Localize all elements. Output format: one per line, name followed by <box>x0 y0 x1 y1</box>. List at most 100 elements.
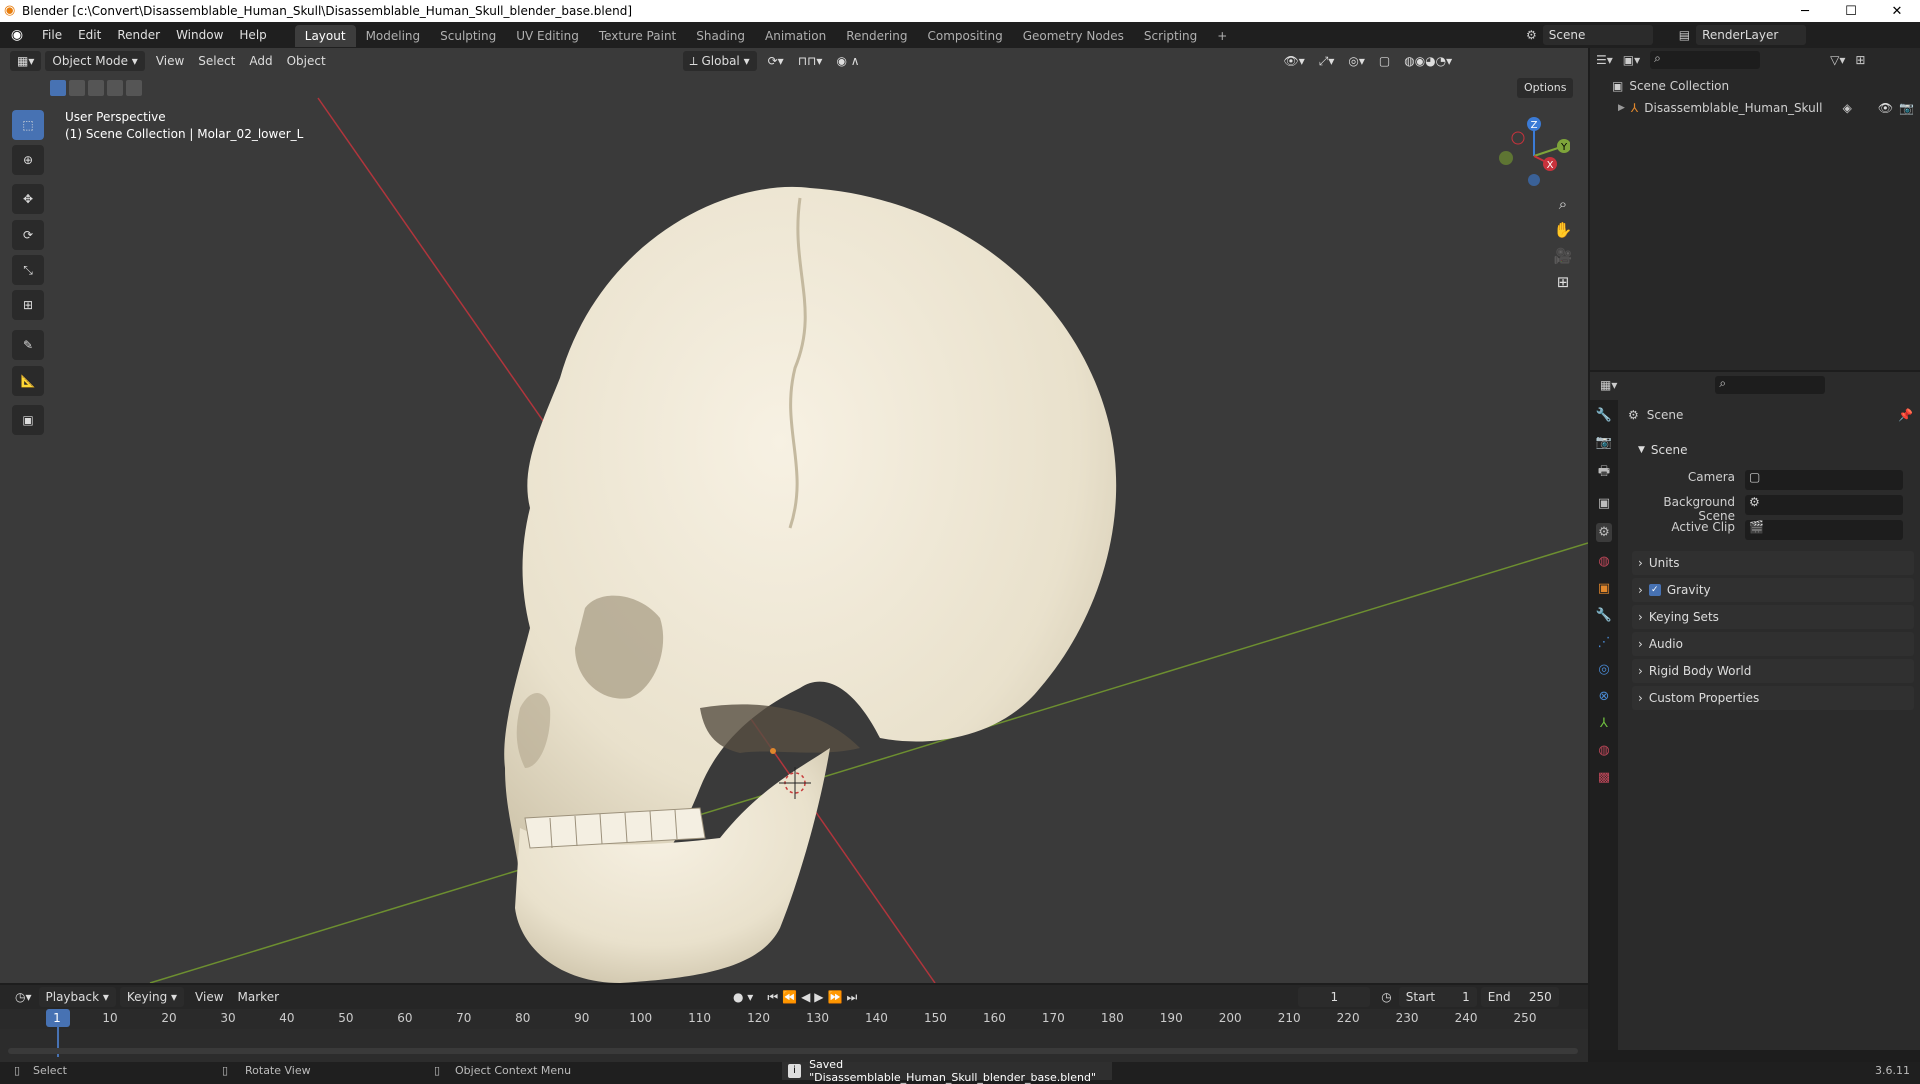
tab-scripting[interactable]: Scripting <box>1134 25 1207 47</box>
units-section[interactable]: › Units <box>1632 551 1914 575</box>
world-tab-icon[interactable]: ◍ <box>1598 554 1609 569</box>
move-tool-icon[interactable]: ✥ <box>12 184 44 214</box>
ortho-grid-icon[interactable]: ⊞ <box>1557 273 1570 291</box>
gizmo-toggle-icon[interactable]: ⤢▾ <box>1312 51 1342 71</box>
tab-animation[interactable]: Animation <box>755 25 836 47</box>
modifier-tab-icon[interactable]: 🔧 <box>1596 608 1612 623</box>
gravity-checkbox[interactable]: ✓ <box>1648 584 1661 596</box>
scene-field[interactable]: Scene <box>1542 25 1653 45</box>
rigid-body-world-section[interactable]: › Rigid Body World <box>1632 659 1914 683</box>
render-camera-icon[interactable]: 📷 <box>1899 101 1914 115</box>
menu-select[interactable]: Select <box>191 51 242 71</box>
tab-shading[interactable]: Shading <box>686 25 755 47</box>
tab-compositing[interactable]: Compositing <box>917 25 1012 47</box>
add-workspace-button[interactable]: + <box>1207 25 1237 47</box>
menu-edit[interactable]: Edit <box>70 22 109 48</box>
active-clip-field[interactable]: 🎬 <box>1745 520 1903 540</box>
add-cube-tool-icon[interactable]: ▣ <box>12 405 44 435</box>
data-tab-icon[interactable]: ⅄ <box>1600 716 1608 731</box>
menu-timeline-view[interactable]: View <box>188 987 230 1007</box>
display-mode-icon[interactable]: ☰▾ <box>1596 53 1613 67</box>
view-layer-field[interactable]: RenderLayer <box>1696 25 1807 45</box>
mode-dropdown[interactable]: Object Mode ▾ <box>45 51 145 71</box>
overlay-toggle-icon[interactable]: ◎▾ <box>1341 51 1372 71</box>
timeline-scrollbar[interactable] <box>8 1048 1578 1054</box>
pivot-icon[interactable]: ⟳▾ <box>761 51 791 71</box>
particles-tab-icon[interactable]: ⋰ <box>1598 635 1611 650</box>
camera-field[interactable]: ▢ <box>1745 470 1903 490</box>
tab-geometry-nodes[interactable]: Geometry Nodes <box>1013 25 1134 47</box>
transform-orientation-dropdown[interactable]: ⟂ Global ▾ <box>682 51 757 71</box>
output-tab-icon[interactable]: 🖶 <box>1598 462 1610 484</box>
autokey-record-icon[interactable]: ● ▾ <box>726 987 760 1007</box>
visibility-icon[interactable]: 👁▾ <box>1277 51 1312 71</box>
constraints-tab-icon[interactable]: ⊗ <box>1599 689 1610 704</box>
physics-tab-icon[interactable]: ◎ <box>1598 662 1609 677</box>
keying-sets-section[interactable]: › Keying Sets <box>1632 605 1914 629</box>
cursor-tool-icon[interactable]: ⊕ <box>12 145 44 175</box>
expand-arrow-icon[interactable]: ▶ <box>1618 103 1625 113</box>
outliner-item[interactable]: ▶ ⅄ Disassemblable_Human_Skull ◈ 👁 📷 <box>1590 98 1920 118</box>
tab-modeling[interactable]: Modeling <box>356 25 431 47</box>
object-tab-icon[interactable]: ▣ <box>1598 581 1610 596</box>
menu-render[interactable]: Render <box>109 22 168 48</box>
tab-texture-paint[interactable]: Texture Paint <box>589 25 686 47</box>
view-layer-tab-icon[interactable]: ▣ <box>1598 496 1610 511</box>
annotate-tool-icon[interactable]: ✎ <box>12 330 44 360</box>
minimize-button[interactable]: ─ <box>1782 0 1828 22</box>
tool-tab-icon[interactable]: 🔧 <box>1596 408 1612 423</box>
start-frame-field[interactable]: Start 1 <box>1398 987 1477 1007</box>
tab-sculpting[interactable]: Sculpting <box>430 25 506 47</box>
playback-controls-icon[interactable]: ⏮⏪◀▶⏩⏭ <box>760 987 868 1007</box>
blender-menu-icon[interactable]: ◉ <box>0 27 34 43</box>
options-button[interactable]: Options <box>1517 78 1574 98</box>
proportional-edit-icon[interactable]: ◉ ∧ <box>829 51 866 71</box>
current-frame-field[interactable]: 1 <box>1298 987 1371 1007</box>
select-new-icon[interactable] <box>50 80 66 96</box>
transform-tool-icon[interactable]: ⊞ <box>12 290 44 320</box>
camera-view-icon[interactable]: 🎥 <box>1554 247 1573 265</box>
menu-keying[interactable]: Keying ▾ <box>119 987 185 1007</box>
audio-section[interactable]: › Audio <box>1632 632 1914 656</box>
select-extend-icon[interactable] <box>69 80 85 96</box>
tab-uv-editing[interactable]: UV Editing <box>506 25 589 47</box>
snap-icon[interactable]: ⊓⊓▾ <box>791 51 830 71</box>
pin-icon[interactable]: 📌 <box>1898 408 1913 422</box>
custom-properties-section[interactable]: › Custom Properties <box>1632 686 1914 710</box>
scene-tab-icon[interactable]: ⚙ <box>1596 523 1612 542</box>
filter-icon[interactable]: ▽▾ <box>1830 53 1845 67</box>
tab-rendering[interactable]: Rendering <box>836 25 917 47</box>
tab-layout[interactable]: Layout <box>294 25 356 47</box>
end-frame-field[interactable]: End 250 <box>1480 987 1559 1007</box>
measure-tool-icon[interactable]: 📐 <box>12 366 44 396</box>
eye-icon[interactable]: 👁 <box>1878 101 1893 115</box>
outliner-scene-collection[interactable]: ▣ Scene Collection <box>1590 76 1920 96</box>
select-box-tool-icon[interactable]: ⬚ <box>12 110 44 140</box>
rotate-tool-icon[interactable]: ⟳ <box>12 220 44 250</box>
menu-view[interactable]: View <box>149 51 191 71</box>
preview-range-icon[interactable]: ◷ <box>1374 987 1398 1007</box>
3d-viewport[interactable] <box>0 48 1588 983</box>
menu-file[interactable]: File <box>34 22 70 48</box>
timeline-editor-icon[interactable]: ◷▾ <box>8 987 39 1007</box>
close-button[interactable]: ✕ <box>1874 0 1920 22</box>
render-tab-icon[interactable]: 📷 <box>1596 435 1612 450</box>
scene-panel-header[interactable]: ▼ Scene <box>1632 438 1914 462</box>
select-invert-icon[interactable] <box>107 80 123 96</box>
menu-help[interactable]: Help <box>231 22 274 48</box>
gravity-section[interactable]: › ✓ Gravity <box>1632 578 1914 602</box>
editor-type-button[interactable]: ▦▾ <box>10 51 42 71</box>
menu-marker[interactable]: Marker <box>231 987 286 1007</box>
shading-modes-icon[interactable]: ◍◉◕◔▾ <box>1397 51 1459 71</box>
texture-tab-icon[interactable]: ▩ <box>1598 770 1610 785</box>
material-tab-icon[interactable]: ◍ <box>1598 743 1609 758</box>
outliner-search-input[interactable]: ⌕ <box>1650 51 1761 69</box>
select-intersect-icon[interactable] <box>126 80 142 96</box>
view-icon[interactable]: ▣▾ <box>1623 53 1640 67</box>
menu-playback[interactable]: Playback ▾ <box>38 987 116 1007</box>
menu-window[interactable]: Window <box>168 22 231 48</box>
navigation-gizmo[interactable]: Z Y X <box>1490 112 1570 192</box>
zoom-icon[interactable]: ⌕ <box>1559 195 1567 213</box>
menu-object[interactable]: Object <box>280 51 333 71</box>
properties-search-input[interactable]: ⌕ <box>1715 376 1826 394</box>
